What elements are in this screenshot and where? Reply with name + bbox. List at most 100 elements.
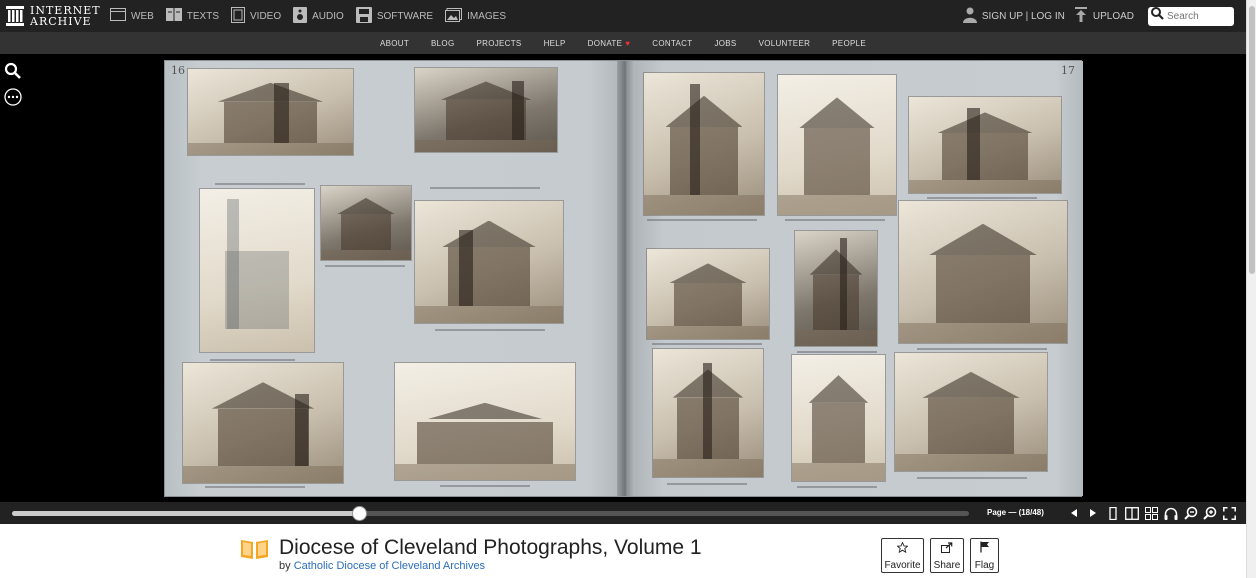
photo-caption bbox=[205, 486, 305, 488]
photo-caption bbox=[435, 329, 545, 331]
upload-icon bbox=[1074, 7, 1087, 25]
search-input[interactable] bbox=[1167, 10, 1233, 22]
more-options-icon[interactable] bbox=[4, 88, 22, 106]
one-page-view-icon[interactable] bbox=[1103, 504, 1123, 522]
left-page-number: 16 bbox=[171, 64, 185, 77]
item-actions: Favorite Share Flag bbox=[881, 538, 1005, 573]
account-nav: SIGN UP | LOG IN UPLOAD bbox=[953, 0, 1234, 32]
nav-images-label: IMAGES bbox=[467, 10, 507, 22]
photo-caption bbox=[785, 219, 885, 221]
internet-archive-logo[interactable]: INTERNET ARCHIVE bbox=[0, 0, 104, 32]
photo-caption bbox=[927, 197, 1037, 199]
book-spread[interactable]: 16 17 bbox=[164, 60, 1083, 497]
fullscreen-icon[interactable] bbox=[1220, 504, 1240, 522]
nav-web[interactable]: WEB bbox=[104, 0, 160, 32]
archive-building-icon bbox=[6, 6, 24, 26]
nav-people[interactable]: PEOPLE bbox=[832, 39, 866, 48]
sign-up-log-in-label: SIGN UP | LOG IN bbox=[981, 10, 1065, 22]
photo-caption bbox=[797, 351, 877, 353]
photo-caption bbox=[215, 183, 305, 185]
page-slider-track[interactable] bbox=[12, 506, 969, 521]
nav-contact[interactable]: CONTACT bbox=[652, 39, 692, 48]
audio-icon bbox=[293, 6, 308, 26]
photo-victorian-house bbox=[899, 201, 1067, 343]
photo-caption bbox=[667, 483, 747, 485]
nav-software-label: SOFTWARE bbox=[376, 10, 434, 22]
nav-texts-label: TEXTS bbox=[186, 10, 220, 22]
nav-projects[interactable]: PROJECTS bbox=[476, 39, 521, 48]
flag-label: Flag bbox=[974, 560, 995, 571]
photo-caption bbox=[917, 477, 1027, 479]
thumbnail-view-icon[interactable] bbox=[1142, 504, 1162, 522]
right-page[interactable]: 17 bbox=[627, 61, 1083, 496]
photo-caption bbox=[430, 187, 540, 189]
nav-audio[interactable]: AUDIO bbox=[287, 0, 350, 32]
search-icon bbox=[1151, 7, 1164, 25]
favorite-button[interactable]: Favorite bbox=[881, 538, 924, 573]
two-page-view-icon[interactable] bbox=[1123, 504, 1143, 522]
photo-two-storey-house bbox=[792, 355, 885, 481]
photo-church-tower bbox=[415, 68, 557, 152]
item-byline: by Catholic Diocese of Cleveland Archive… bbox=[279, 560, 485, 572]
sign-up-log-in-link[interactable]: SIGN UP | LOG IN bbox=[962, 7, 1065, 26]
top-nav-bar: INTERNET ARCHIVE WEB TEXTS VIDEO AUDIO S… bbox=[0, 0, 1246, 32]
logo-line-2: ARCHIVE bbox=[30, 15, 92, 28]
previous-page-icon[interactable] bbox=[1064, 504, 1084, 522]
scrollbar-thumb[interactable] bbox=[1249, 6, 1255, 274]
search-box bbox=[1148, 6, 1234, 26]
author-link[interactable]: Catholic Diocese of Cleveland Archives bbox=[294, 560, 485, 572]
secondary-nav: ABOUT BLOG PROJECTS HELP DONATE ♥ CONTAC… bbox=[0, 32, 1246, 54]
share-label: Share bbox=[933, 560, 961, 571]
photo-school-house bbox=[415, 201, 563, 323]
nav-video[interactable]: VIDEO bbox=[225, 0, 287, 32]
page-slider-fill bbox=[12, 511, 360, 516]
software-icon bbox=[355, 6, 372, 26]
nav-help[interactable]: HELP bbox=[544, 39, 566, 48]
favorite-label: Favorite bbox=[884, 560, 921, 571]
photo-caption bbox=[440, 485, 530, 487]
nav-jobs[interactable]: JOBS bbox=[714, 39, 736, 48]
flag-button[interactable]: Flag bbox=[970, 538, 999, 573]
nav-video-label: VIDEO bbox=[250, 10, 282, 22]
byline-prefix: by bbox=[279, 560, 291, 572]
photo-tower-church bbox=[909, 97, 1061, 193]
photo-farm-church bbox=[895, 353, 1047, 471]
photo-caption bbox=[210, 359, 295, 361]
book-spine bbox=[617, 61, 635, 496]
item-title: Diocese of Cleveland Photographs, Volume… bbox=[279, 536, 702, 559]
reader-toolbar bbox=[1064, 504, 1240, 522]
media-type-nav: WEB TEXTS VIDEO AUDIO SOFTWARE IMAGES bbox=[104, 0, 512, 32]
nav-volunteer[interactable]: VOLUNTEER bbox=[759, 39, 811, 48]
page-scrollbar[interactable] bbox=[1246, 0, 1256, 578]
zoom-in-icon[interactable] bbox=[1201, 504, 1221, 522]
flag-icon bbox=[979, 540, 990, 558]
share-icon bbox=[941, 540, 953, 558]
photo-gothic-drawing bbox=[200, 189, 314, 352]
nav-donate-label: DONATE bbox=[587, 38, 623, 48]
nav-images[interactable]: IMAGES bbox=[439, 0, 512, 32]
texts-book-icon bbox=[240, 538, 269, 565]
web-icon bbox=[110, 8, 126, 24]
zoom-out-icon[interactable] bbox=[1181, 504, 1201, 522]
book-reader-viewport: 16 17 bbox=[0, 54, 1246, 524]
video-icon bbox=[231, 6, 246, 26]
nav-software[interactable]: SOFTWARE bbox=[350, 0, 439, 32]
photo-caption bbox=[917, 348, 1047, 350]
search-inside-icon[interactable] bbox=[4, 62, 22, 80]
read-aloud-headphones-icon[interactable] bbox=[1162, 504, 1182, 522]
photo-frame-church bbox=[188, 69, 353, 155]
images-icon bbox=[445, 7, 463, 25]
next-page-icon[interactable] bbox=[1084, 504, 1104, 522]
item-details-header: Diocese of Cleveland Photographs, Volume… bbox=[0, 524, 1246, 578]
nav-about[interactable]: ABOUT bbox=[380, 39, 409, 48]
upload-label: UPLOAD bbox=[1092, 10, 1134, 22]
photo-rectory bbox=[183, 363, 343, 483]
upload-link[interactable]: UPLOAD bbox=[1074, 7, 1134, 25]
nav-donate[interactable]: DONATE ♥ bbox=[588, 39, 631, 48]
left-page[interactable]: 16 bbox=[165, 61, 625, 496]
nav-blog[interactable]: BLOG bbox=[431, 39, 454, 48]
page-slider-thumb[interactable] bbox=[352, 506, 368, 521]
page-indicator: Page — (18/48) bbox=[987, 508, 1044, 517]
nav-texts[interactable]: TEXTS bbox=[160, 0, 225, 32]
share-button[interactable]: Share bbox=[930, 538, 964, 573]
